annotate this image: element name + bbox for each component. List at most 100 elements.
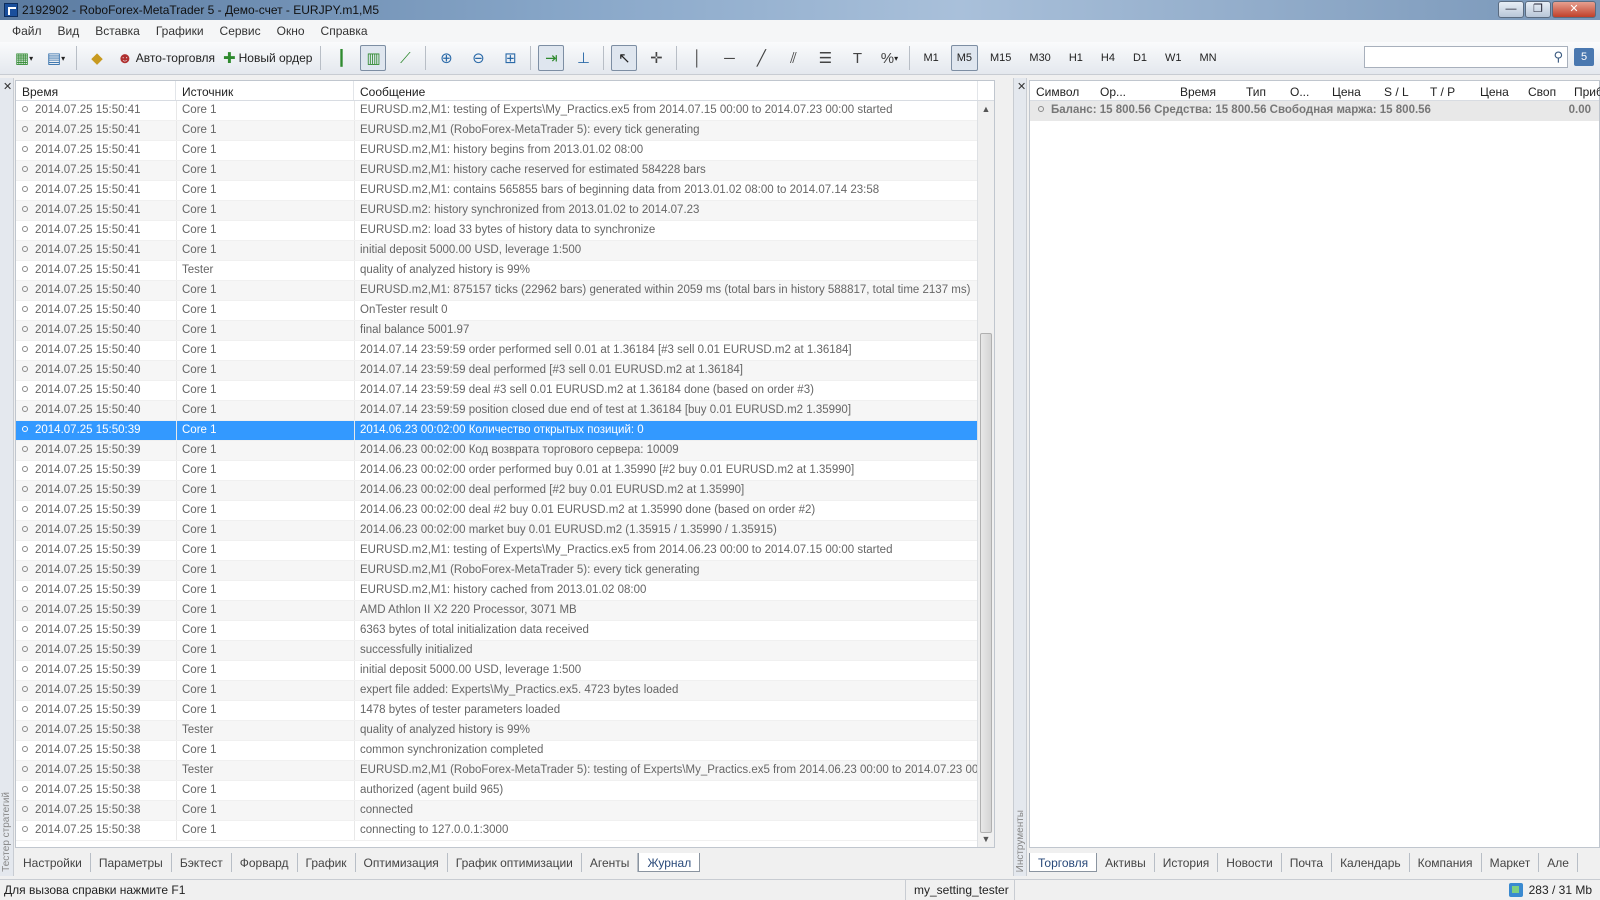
shapes-button[interactable]: % ▾ [876,45,902,71]
table-row[interactable]: 2014.07.25 15:50:41 Core 1 EURUSD.m2,M1: h… [16,141,994,161]
table-row[interactable]: 2014.07.25 15:50:39 Core 1 EURUSD.m2,M1 (R… [16,561,994,581]
table-row[interactable]: 2014.07.25 15:50:41 Core 1 EURUSD.m2,M1: h… [16,161,994,181]
column-price[interactable]: Цена [1326,81,1378,100]
table-row[interactable]: 2014.07.25 15:50:40 Core 1 EURUSD.m2,M1: 8… [16,281,994,301]
column-tp[interactable]: T / P [1424,81,1474,100]
menu-window[interactable]: Окно [269,24,313,38]
zoom-out-button[interactable]: ⊖ [465,45,491,71]
trendline-button[interactable]: ╱ [748,45,774,71]
tab-forward[interactable]: Форвард [232,853,298,872]
tile-windows-button[interactable]: ⊞ [497,45,523,71]
candlestick-button[interactable]: ▥ [360,45,387,71]
column-time[interactable]: Время [1156,81,1240,100]
auto-trading-button[interactable]: ☻ Авто-торговля [116,45,216,71]
chart-shift-button[interactable]: ⊥ [570,45,596,71]
table-row[interactable]: 2014.07.25 15:50:40 Core 1 2014.07.14 23:5… [16,361,994,381]
column-type[interactable]: Тип [1240,81,1284,100]
column-current-price[interactable]: Цена [1474,81,1522,100]
table-row[interactable]: 2014.07.25 15:50:39 Core 1 1478 bytes of t… [16,701,994,721]
table-row[interactable]: 2014.07.25 15:50:40 Core 1 2014.07.14 23:5… [16,381,994,401]
tab-settings[interactable]: Настройки [15,853,91,872]
table-row[interactable]: 2014.07.25 15:50:38 Core 1 authorized (age… [16,781,994,801]
scroll-up-icon[interactable]: ▲ [978,101,994,117]
table-row[interactable]: 2014.07.25 15:50:39 Core 1 initial deposit… [16,661,994,681]
menu-view[interactable]: Вид [50,24,88,38]
table-row[interactable]: 2014.07.25 15:50:41 Core 1 EURUSD.m2,M1: c… [16,181,994,201]
journal-scrollbar[interactable]: ▲ ▼ [977,101,994,847]
text-button[interactable]: T [844,45,870,71]
table-row[interactable]: 2014.07.25 15:50:40 Core 1 2014.07.14 23:5… [16,401,994,421]
column-message[interactable]: Сообщение [354,81,978,100]
help-button[interactable]: 5 [1574,48,1594,66]
tab-trade[interactable]: Торговля [1029,853,1098,872]
search-input[interactable]: ⚲ [1364,46,1568,68]
table-row[interactable]: 2014.07.25 15:50:38 Core 1 connected [16,801,994,821]
column-source[interactable]: Источник [176,81,354,100]
close-toolbox-icon[interactable]: ✕ [1017,80,1026,93]
timeframe-m1[interactable]: M1 [917,45,944,71]
table-row[interactable]: 2014.07.25 15:50:39 Core 1 AMD Athlon II X… [16,601,994,621]
tab-history[interactable]: История [1155,853,1219,872]
table-row[interactable]: 2014.07.25 15:50:39 Core 1 successfully in… [16,641,994,661]
menu-insert[interactable]: Вставка [87,24,148,38]
table-row[interactable]: 2014.07.25 15:50:39 Core 1 2014.06.23 00:0… [16,501,994,521]
table-row[interactable]: 2014.07.25 15:50:39 Core 1 2014.06.23 00:0… [16,481,994,501]
tab-parameters[interactable]: Параметры [91,853,172,872]
menu-charts[interactable]: Графики [148,24,212,38]
column-volume[interactable]: О... [1284,81,1326,100]
search-icon[interactable]: ⚲ [1553,49,1563,65]
column-swap[interactable]: Своп [1522,81,1568,100]
status-memory[interactable]: 283 / 31 Mb [1508,883,1592,897]
tab-optimization-graph[interactable]: График оптимизации [448,853,582,872]
market-watch-button[interactable]: ◆ [84,45,110,71]
timeframe-w1[interactable]: W1 [1159,45,1188,71]
tab-agents[interactable]: Агенты [582,853,639,872]
table-row[interactable]: 2014.07.25 15:50:39 Core 1 2014.06.23 00:0… [16,521,994,541]
column-sl[interactable]: S / L [1378,81,1424,100]
fibonacci-button[interactable]: ☰ [812,45,838,71]
column-order[interactable]: Ор... [1094,81,1156,100]
minimize-button[interactable]: — [1498,1,1524,18]
timeframe-m5[interactable]: M5 [950,45,978,71]
cursor-button[interactable]: ↖ [611,45,638,71]
crosshair-button[interactable]: ✛ [643,45,669,71]
scroll-down-icon[interactable]: ▼ [978,831,994,847]
tab-backtest[interactable]: Бэктест [172,853,232,872]
channel-button[interactable]: ⫽ [780,45,806,71]
new-chart-button[interactable]: ▦ ▾ [11,45,37,71]
table-row[interactable]: 2014.07.25 15:50:38 Core 1 connecting to 1… [16,821,994,841]
tab-company[interactable]: Компания [1410,853,1482,872]
table-row[interactable]: 2014.07.25 15:50:39 Core 1 expert file add… [16,681,994,701]
table-row[interactable]: 2014.07.25 15:50:41 Tester quality of anal… [16,261,994,281]
table-row[interactable]: 2014.07.25 15:50:39 Core 1 2014.06.23 00:0… [16,421,994,441]
balance-row[interactable]: Баланс: 15 800.56 Средства: 15 800.56 Св… [1030,101,1599,121]
autoscroll-button[interactable]: ⇥ [538,45,565,71]
tab-optimization[interactable]: Оптимизация [356,853,448,872]
profiles-button[interactable]: ▤ ▾ [43,45,69,71]
table-row[interactable]: 2014.07.25 15:50:38 Tester EURUSD.m2,M1 (R… [16,761,994,781]
close-tester-icon[interactable]: ✕ [3,80,12,93]
timeframe-m15[interactable]: M15 [984,45,1017,71]
menu-file[interactable]: Файл [4,24,50,38]
line-chart-button[interactable]: ⟋ [392,45,418,71]
status-profile[interactable]: my_setting_tester [905,880,1015,900]
tab-graph[interactable]: График [298,853,356,872]
table-row[interactable]: 2014.07.25 15:50:38 Tester quality of anal… [16,721,994,741]
close-button[interactable]: ✕ [1552,1,1596,18]
table-row[interactable]: 2014.07.25 15:50:40 Core 1 OnTester result… [16,301,994,321]
tab-mailbox[interactable]: Почта [1282,853,1333,872]
tab-alerts[interactable]: Але [1539,853,1578,872]
table-row[interactable]: 2014.07.25 15:50:38 Core 1 common synchron… [16,741,994,761]
table-row[interactable]: 2014.07.25 15:50:40 Core 1 2014.07.14 23:5… [16,341,994,361]
zoom-in-button[interactable]: ⊕ [433,45,459,71]
horizontal-line-button[interactable]: ─ [716,45,742,71]
vertical-line-button[interactable]: │ [684,45,710,71]
table-row[interactable]: 2014.07.25 15:50:39 Core 1 2014.06.23 00:0… [16,441,994,461]
table-row[interactable]: 2014.07.25 15:50:40 Core 1 final balance 5… [16,321,994,341]
timeframe-h4[interactable]: H4 [1095,45,1121,71]
table-row[interactable]: 2014.07.25 15:50:41 Core 1 initial deposit… [16,241,994,261]
menu-help[interactable]: Справка [313,24,376,38]
timeframe-d1[interactable]: D1 [1127,45,1153,71]
timeframe-mn[interactable]: MN [1194,45,1223,71]
tab-journal[interactable]: Журнал [638,853,701,872]
